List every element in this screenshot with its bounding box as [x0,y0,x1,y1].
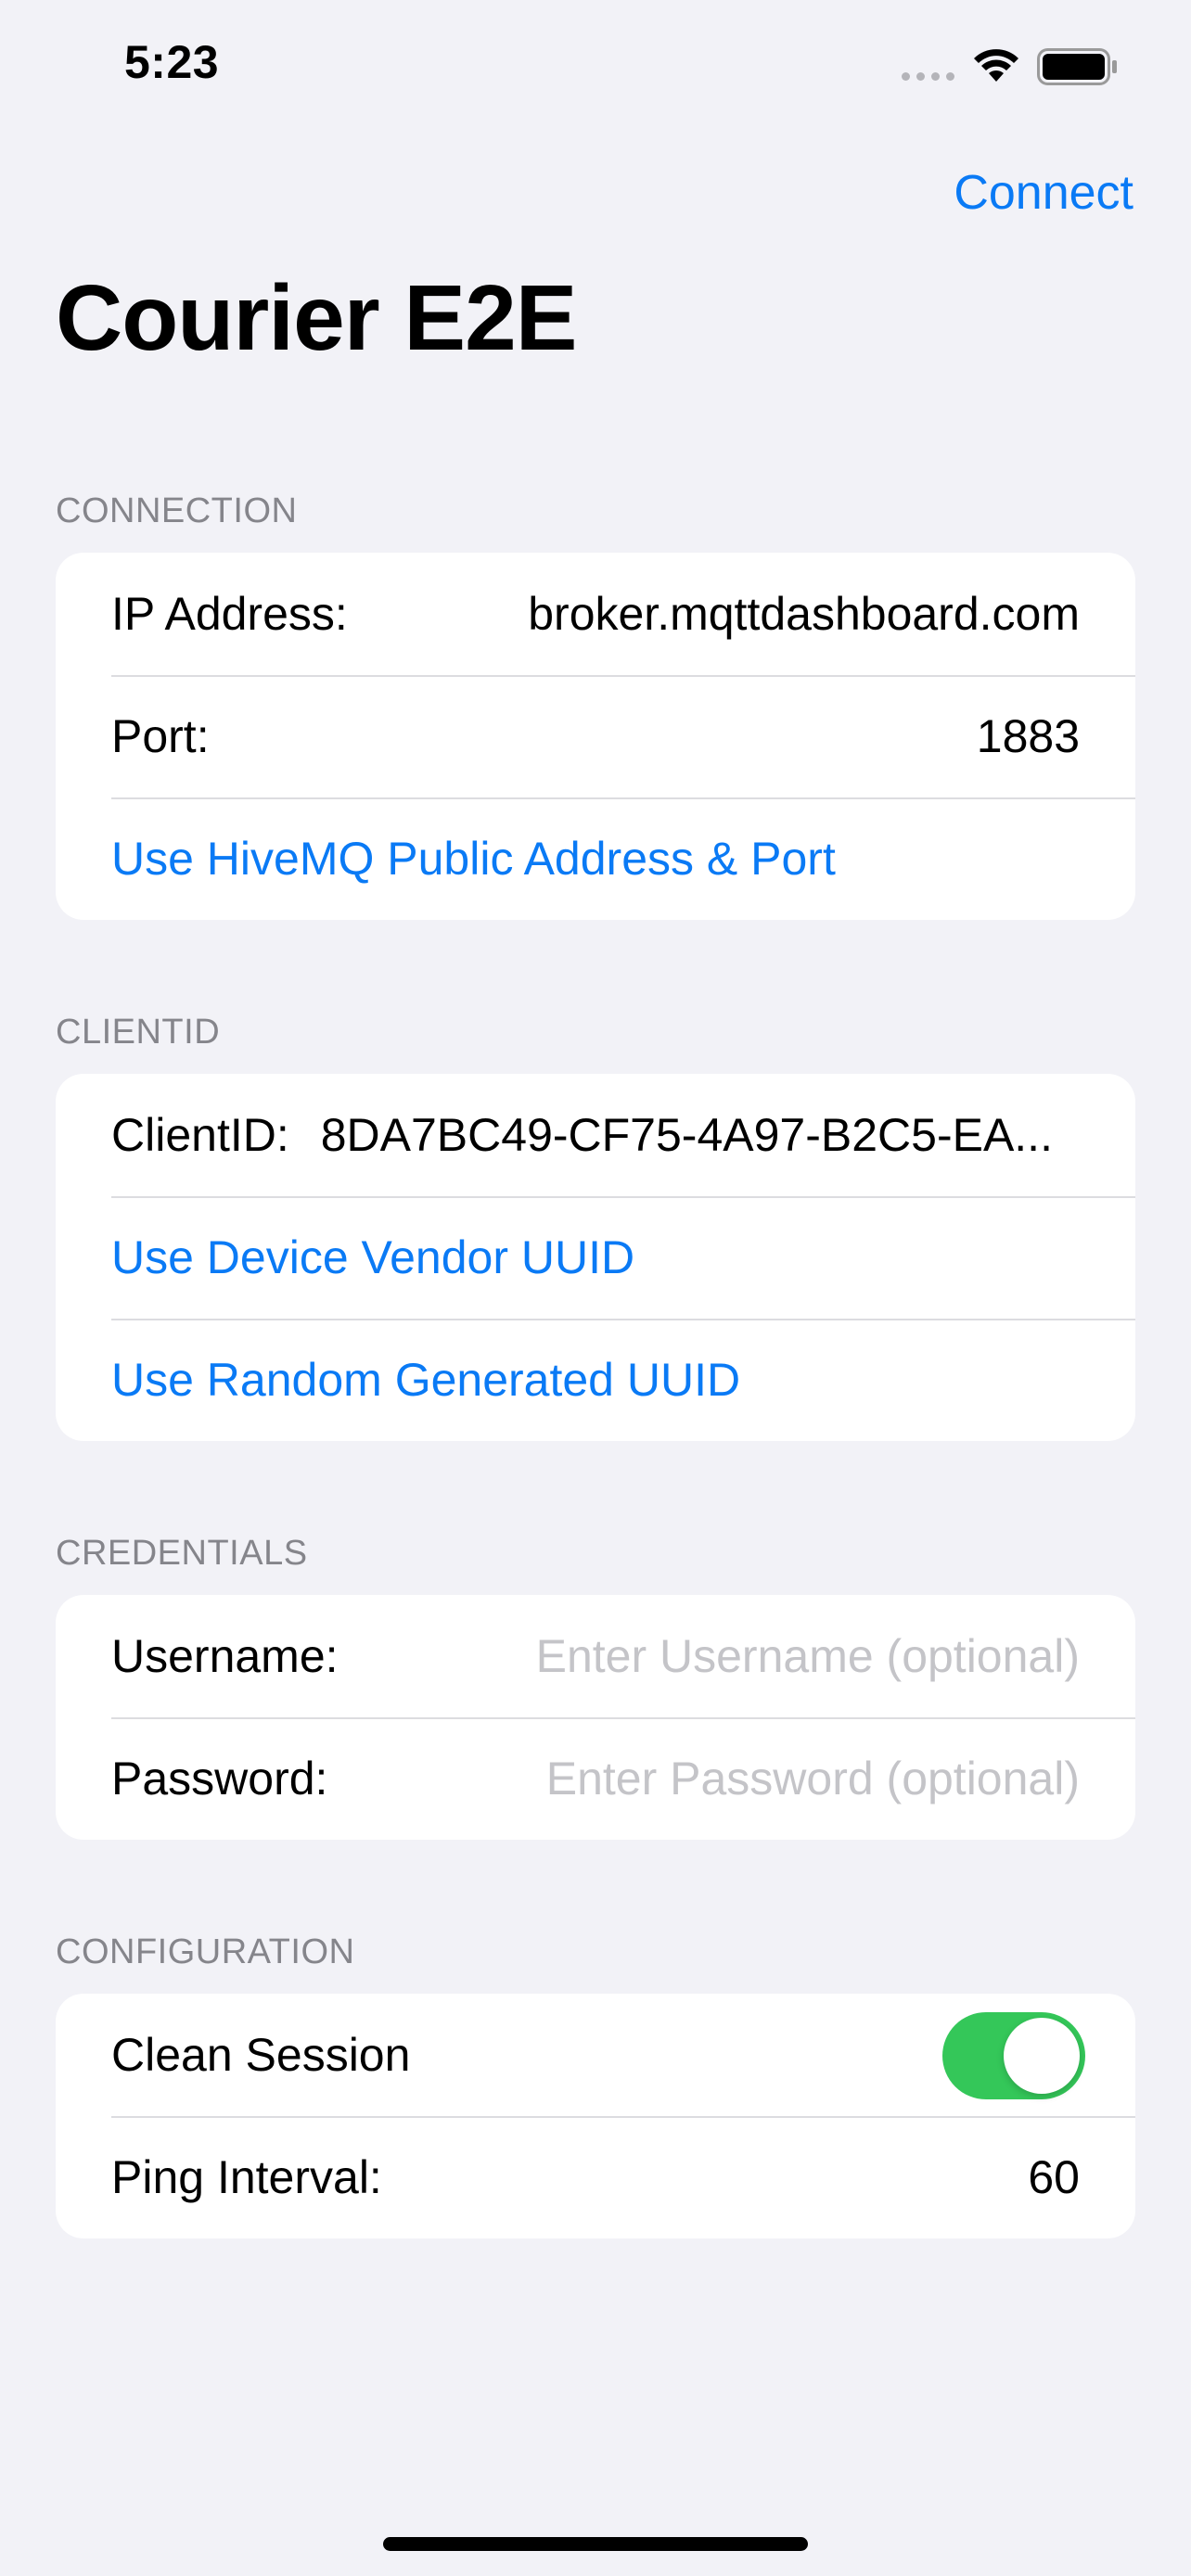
port-label: Port: [111,710,210,762]
clientid-card: ClientID: 8DA7BC49-CF75-4A97-B2C5-EA... … [56,1074,1135,1441]
username-field[interactable]: Enter Username (optional) [376,1629,1080,1683]
ip-address-label: IP Address: [111,588,348,640]
page-title: Courier E2E [56,266,577,370]
credentials-card: Username: Enter Username (optional) Pass… [56,1595,1135,1840]
status-bar: 5:23 [0,0,1191,130]
use-hivemq-button[interactable]: Use HiveMQ Public Address & Port [56,797,1135,920]
clean-session-label: Clean Session [111,2029,411,2081]
username-label: Username: [111,1630,339,1682]
home-indicator [383,2537,808,2551]
section-header-configuration: CONFIGURATION [56,1932,355,1971]
section-header-credentials: CREDENTIALS [56,1534,308,1573]
ip-address-field[interactable]: broker.mqttdashboard.com [385,587,1080,641]
battery-icon [1037,48,1117,85]
port-row: Port: 1883 [56,675,1135,797]
clientid-label: ClientID: [111,1109,289,1161]
configuration-card: Clean Session Ping Interval: 60 [56,1994,1135,2238]
status-time: 5:23 [124,36,220,88]
use-random-uuid-button[interactable]: Use Random Generated UUID [56,1319,1135,1441]
clientid-field[interactable]: 8DA7BC49-CF75-4A97-B2C5-EA... [321,1108,1080,1162]
port-field[interactable]: 1883 [247,709,1080,763]
clientid-row: ClientID: 8DA7BC49-CF75-4A97-B2C5-EA... [56,1074,1135,1196]
section-header-clientid: CLIENTID [56,1013,221,1052]
ip-address-row: IP Address: broker.mqttdashboard.com [56,553,1135,675]
username-row: Username: Enter Username (optional) [56,1595,1135,1717]
password-label: Password: [111,1753,328,1804]
wifi-icon [974,49,1018,82]
password-row: Password: Enter Password (optional) [56,1717,1135,1840]
signal-dots-icon [902,72,954,81]
use-device-vendor-uuid-button[interactable]: Use Device Vendor UUID [56,1196,1135,1319]
ping-interval-row: Ping Interval: 60 [56,2116,1135,2238]
toggle-knob [1004,2018,1080,2094]
clean-session-row: Clean Session [56,1994,1135,2116]
connection-card: IP Address: broker.mqttdashboard.com Por… [56,553,1135,920]
section-header-connection: CONNECTION [56,491,298,530]
password-field[interactable]: Enter Password (optional) [365,1752,1080,1805]
ping-interval-label: Ping Interval: [111,2151,382,2203]
clean-session-toggle[interactable] [942,2012,1085,2099]
connect-button[interactable]: Connect [954,165,1133,221]
ping-interval-field[interactable]: 60 [419,2150,1080,2204]
